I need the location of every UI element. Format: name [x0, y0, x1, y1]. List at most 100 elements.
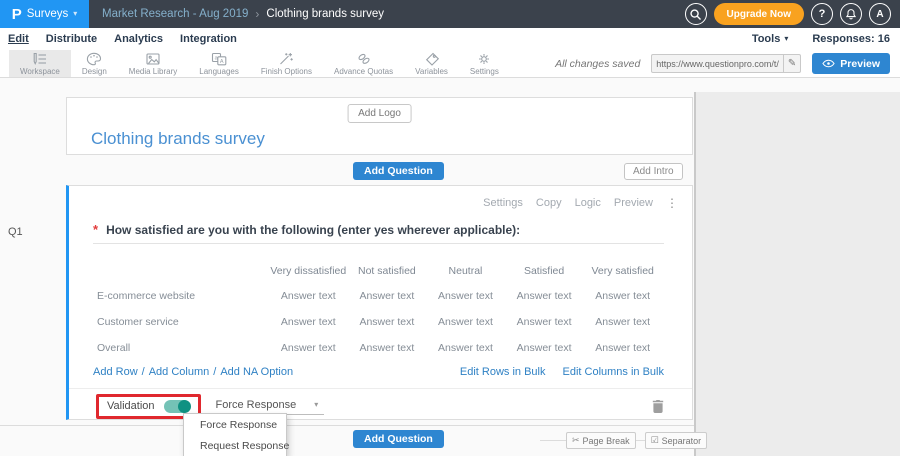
answer-cell[interactable]: Answer text: [269, 342, 348, 354]
responses-count[interactable]: Responses: 16: [812, 33, 890, 45]
column-header[interactable]: Very satisfied: [583, 265, 662, 277]
validation-row: Validation Force Response ▾: [96, 392, 664, 420]
breadcrumb-separator: ›: [255, 7, 259, 21]
question-preview-link[interactable]: Preview: [614, 197, 653, 209]
tab-distribute[interactable]: Distribute: [46, 33, 97, 45]
avatar[interactable]: A: [869, 3, 891, 25]
column-header[interactable]: Very dissatisfied: [269, 265, 348, 277]
question-copy-link[interactable]: Copy: [536, 197, 562, 209]
workspace-icon: [32, 52, 48, 66]
question-logic-link[interactable]: Logic: [575, 197, 601, 209]
toolbar-item-settings[interactable]: Settings: [459, 50, 510, 77]
answer-cell[interactable]: Answer text: [426, 290, 505, 302]
edit-columns-in-bulk-link[interactable]: Edit Columns in Bulk: [563, 366, 665, 378]
answer-cell[interactable]: Answer text: [583, 316, 662, 328]
question-text[interactable]: How satisfied are you with the following…: [106, 223, 520, 237]
survey-title[interactable]: Clothing brands survey: [91, 129, 265, 149]
workspace: Add Logo Clothing brands survey Add Ques…: [0, 78, 900, 456]
variables-icon: [424, 52, 440, 66]
toolbar-item-media-library[interactable]: Media Library: [118, 50, 188, 77]
kebab-menu-icon[interactable]: ⋮: [666, 196, 678, 210]
edit-url-icon[interactable]: ✎: [783, 55, 800, 72]
answer-cell[interactable]: Answer text: [269, 316, 348, 328]
survey-url-box: ✎: [651, 54, 801, 73]
row-column-links: Add Row/Add Column/Add NA Option: [93, 366, 293, 378]
table-edit-links: Add Row/Add Column/Add NA Option Edit Ro…: [93, 366, 664, 378]
answer-cell[interactable]: Answer text: [348, 290, 427, 302]
answer-cell[interactable]: Answer text: [505, 342, 584, 354]
answer-cell[interactable]: Answer text: [269, 290, 348, 302]
add-question-button-top[interactable]: Add Question: [353, 162, 444, 180]
question-settings-link[interactable]: Settings: [483, 197, 523, 209]
menu-item-request-response[interactable]: Request Response: [184, 435, 286, 456]
checkbox-checked-icon: ☑: [651, 435, 659, 446]
row-label[interactable]: Overall: [69, 342, 269, 354]
eye-icon: [822, 59, 835, 68]
page-controls: ✂ Page Break ☑ Separator: [566, 432, 707, 449]
tools-menu[interactable]: Tools ▾: [752, 33, 789, 45]
toolbar-item-finish-options[interactable]: Finish Options: [250, 50, 323, 77]
answer-cell[interactable]: Answer text: [505, 316, 584, 328]
answer-cell[interactable]: Answer text: [505, 290, 584, 302]
toolbar-item-languages[interactable]: aA Languages: [188, 50, 250, 77]
edit-rows-in-bulk-link[interactable]: Edit Rows in Bulk: [460, 366, 546, 378]
page-break-button[interactable]: ✂ Page Break: [566, 432, 636, 449]
toolbar-item-design[interactable]: Design: [71, 50, 118, 77]
question-number: Q1: [8, 226, 23, 238]
column-header[interactable]: Neutral: [426, 265, 505, 277]
tab-analytics[interactable]: Analytics: [114, 33, 163, 45]
matrix-header-row: Very dissatisfied Not satisfied Neutral …: [69, 259, 662, 283]
matrix-row: E-commerce website Answer text Answer te…: [69, 283, 662, 309]
question-divider: [93, 243, 664, 244]
avatar-letter: A: [876, 9, 883, 20]
top-bar: P Surveys ▾ Market Research - Aug 2019 ›…: [0, 0, 900, 28]
toolbar-item-variables[interactable]: Variables: [404, 50, 459, 77]
add-intro-button[interactable]: Add Intro: [624, 163, 683, 180]
help-button[interactable]: ?: [811, 3, 833, 25]
breadcrumb-folder[interactable]: Market Research - Aug 2019: [102, 8, 248, 20]
survey-url-input[interactable]: [652, 59, 783, 69]
upgrade-now-button[interactable]: Upgrade Now: [714, 3, 804, 25]
add-question-button-bottom[interactable]: Add Question: [353, 430, 444, 448]
toggle-knob: [178, 400, 191, 413]
breadcrumb-survey-name: Clothing brands survey: [266, 8, 384, 20]
surveys-menu[interactable]: P Surveys ▾: [0, 0, 89, 28]
answer-cell[interactable]: Answer text: [348, 342, 427, 354]
row-label[interactable]: Customer service: [69, 316, 269, 328]
tab-edit[interactable]: Edit: [8, 33, 29, 45]
answer-cell[interactable]: Answer text: [426, 342, 505, 354]
preview-label: Preview: [840, 58, 880, 70]
add-logo-button[interactable]: Add Logo: [347, 104, 412, 123]
add-row-link[interactable]: Add Row: [93, 366, 138, 378]
surveys-menu-label: Surveys: [27, 8, 69, 20]
matrix-row: Overall Answer text Answer text Answer t…: [69, 335, 662, 361]
preview-button[interactable]: Preview: [812, 53, 890, 74]
answer-cell[interactable]: Answer text: [583, 342, 662, 354]
validation-label: Validation: [107, 400, 155, 412]
chevron-down-icon: ▾: [73, 10, 77, 18]
row-label[interactable]: E-commerce website: [69, 290, 269, 302]
question-card: Settings Copy Logic Preview ⋮ * How sati…: [66, 185, 693, 420]
toolbar-item-advance-quotas[interactable]: Advance Quotas: [323, 50, 404, 77]
answer-cell[interactable]: Answer text: [426, 316, 505, 328]
toolbar-item-workspace[interactable]: Workspace: [9, 50, 71, 77]
answer-cell[interactable]: Answer text: [348, 316, 427, 328]
chevron-down-icon: ▾: [784, 35, 788, 43]
search-button[interactable]: [685, 3, 707, 25]
matrix-table: Very dissatisfied Not satisfied Neutral …: [69, 259, 692, 361]
add-column-link[interactable]: Add Column: [149, 366, 210, 378]
trash-icon: [652, 399, 664, 413]
menu-item-force-response[interactable]: Force Response: [184, 414, 286, 435]
separator-button[interactable]: ☑ Separator: [645, 432, 708, 449]
nav-right: Tools ▾ Responses: 16: [752, 33, 890, 45]
column-header[interactable]: Not satisfied: [348, 265, 427, 277]
add-na-option-link[interactable]: Add NA Option: [220, 366, 293, 378]
settings-icon: [476, 52, 492, 66]
notifications-button[interactable]: [840, 3, 862, 25]
answer-cell[interactable]: Answer text: [583, 290, 662, 302]
column-header[interactable]: Satisfied: [505, 265, 584, 277]
tab-integration[interactable]: Integration: [180, 33, 237, 45]
delete-question-button[interactable]: [652, 399, 664, 413]
breadcrumb: Market Research - Aug 2019 › Clothing br…: [102, 7, 384, 21]
validation-toggle[interactable]: [164, 400, 190, 413]
